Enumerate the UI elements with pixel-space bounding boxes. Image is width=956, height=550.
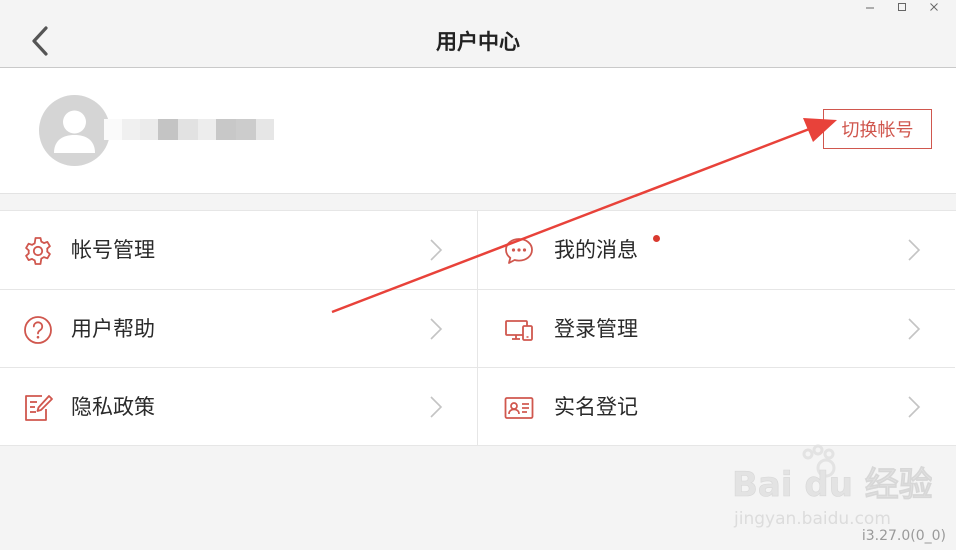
title-bar: 用户中心 (0, 0, 956, 68)
policy-edit-icon (25, 395, 53, 421)
menu-item-user-help[interactable]: 用户帮助 (0, 289, 477, 368)
username-blurred (104, 119, 274, 140)
close-icon[interactable] (918, 0, 950, 14)
version-label: i3.27.0(0_0) (861, 528, 946, 544)
chevron-right-icon (908, 318, 921, 340)
menu-item-real-name-registration[interactable]: 实名登记 (477, 367, 955, 446)
chevron-right-icon (430, 396, 443, 418)
baidu-watermark: Bai du 经验 jingyan.baidu.com (732, 444, 932, 529)
maximize-icon[interactable] (886, 0, 918, 14)
menu-grid: 帐号管理 我的消息 用户帮助 登录管理 隐私政策 实名登记 (0, 210, 956, 446)
avatar[interactable] (39, 95, 110, 166)
menu-item-label: 我的消息 (554, 238, 638, 262)
gear-icon (25, 237, 51, 265)
menu-item-label: 登录管理 (554, 317, 638, 341)
user-avatar-icon (54, 110, 95, 153)
window-controls (854, 0, 950, 14)
watermark-url: jingyan.baidu.com (733, 509, 891, 529)
menu-item-label: 帐号管理 (71, 238, 155, 262)
menu-item-privacy-policy[interactable]: 隐私政策 (0, 367, 477, 446)
id-card-icon (504, 397, 534, 419)
question-circle-icon (24, 316, 52, 344)
menu-item-my-messages[interactable]: 我的消息 (477, 211, 955, 289)
menu-item-label: 实名登记 (554, 395, 638, 419)
menu-item-account-management[interactable]: 帐号管理 (0, 211, 477, 289)
profile-section: 切换帐号 (0, 68, 956, 194)
watermark-brand: Bai du 经验 (732, 465, 932, 505)
menu-item-login-management[interactable]: 登录管理 (477, 289, 955, 368)
page-title: 用户中心 (436, 30, 520, 54)
switch-account-button[interactable]: 切换帐号 (823, 109, 932, 149)
chevron-right-icon (908, 239, 921, 261)
chat-bubble-icon (505, 238, 533, 264)
chevron-right-icon (430, 318, 443, 340)
unread-dot (653, 235, 660, 242)
devices-icon (505, 320, 533, 341)
menu-item-label: 隐私政策 (71, 395, 155, 419)
minimize-icon[interactable] (854, 0, 886, 14)
menu-item-label: 用户帮助 (71, 317, 155, 341)
chevron-right-icon (908, 396, 921, 418)
chevron-right-icon (430, 239, 443, 261)
